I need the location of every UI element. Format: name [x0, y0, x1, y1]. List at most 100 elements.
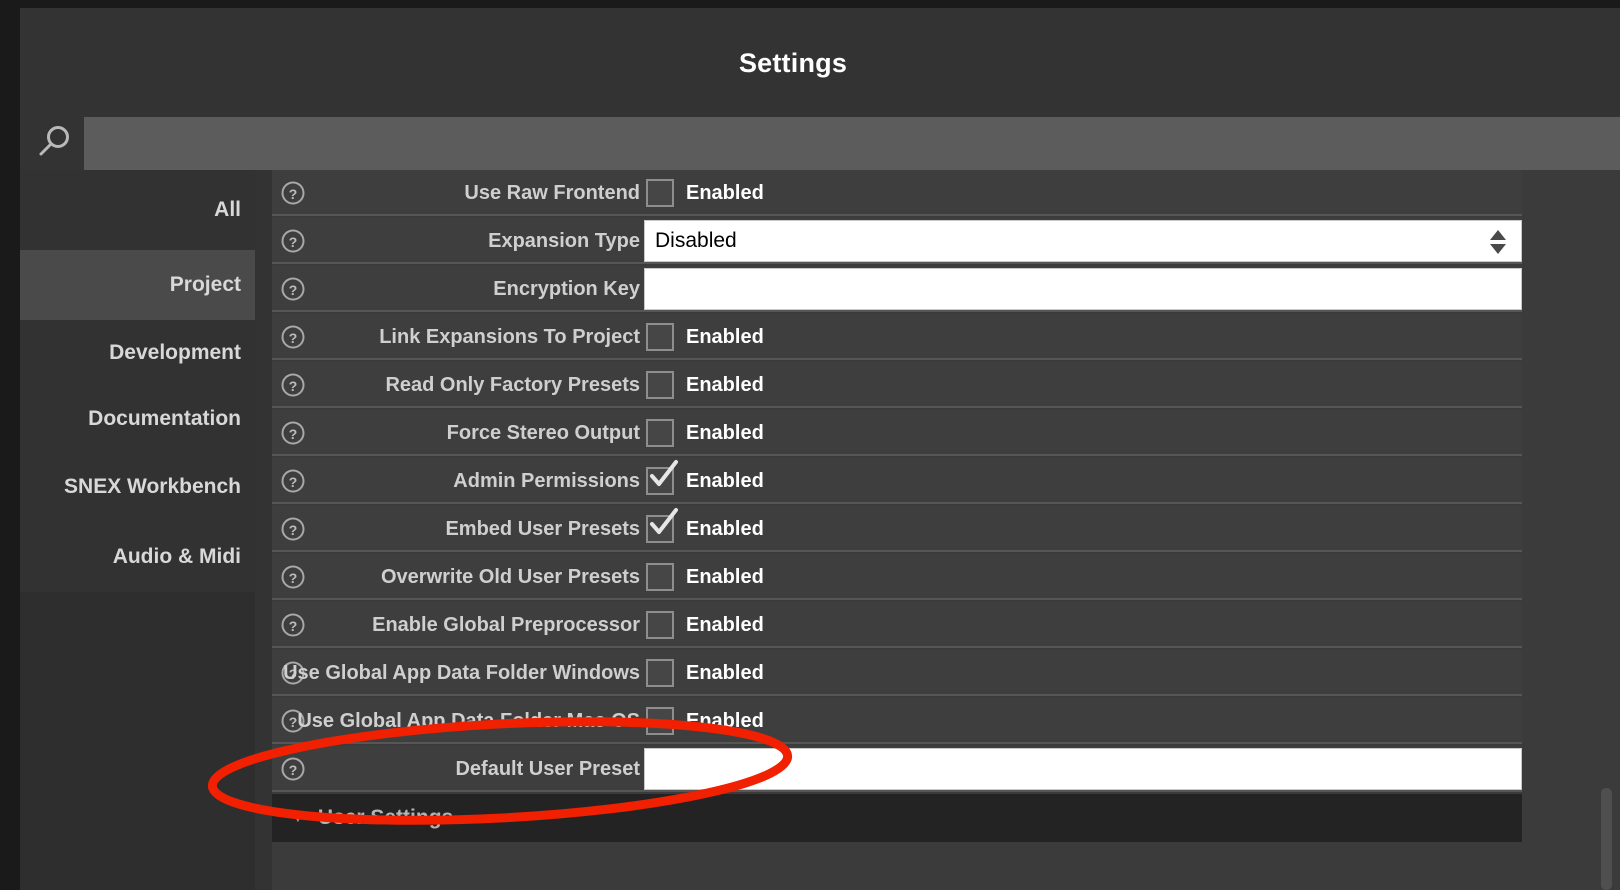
sidebar-item-label: Project	[169, 273, 241, 296]
setting-checkbox[interactable]	[646, 707, 674, 735]
setting-checkbox[interactable]	[646, 179, 674, 207]
sidebar-item-label: All	[214, 198, 241, 221]
setting-label: Use Global App Data Folder Windows	[283, 661, 640, 684]
setting-row: ? Use Global App Data Folder Mac OS Enable…	[272, 698, 1522, 744]
setting-row: ? Enable Global Preprocessor Enabled	[272, 602, 1522, 648]
search-icon	[26, 113, 84, 170]
vertical-scrollbar-track[interactable]	[1601, 170, 1616, 890]
page-title: Settings	[738, 48, 848, 78]
sidebar-item-label: Documentation	[88, 406, 241, 430]
setting-label: Admin Permissions	[453, 469, 640, 492]
setting-checkbox[interactable]	[646, 371, 674, 399]
sidebar-item-project[interactable]: Project	[20, 250, 255, 320]
setting-row: ? Force Stereo Output Enabled	[272, 410, 1522, 456]
question-mark-circle-icon[interactable]: ?	[280, 180, 306, 206]
question-mark-circle-icon[interactable]: ?	[280, 516, 306, 542]
sidebar-item-all[interactable]: All	[20, 170, 255, 250]
sidebar-item-label: Audio & Midi	[112, 545, 241, 568]
setting-row: ? Default User Preset	[272, 746, 1522, 792]
vertical-scrollbar-thumb[interactable]	[1601, 788, 1612, 890]
setting-text-field[interactable]	[644, 268, 1522, 310]
setting-enabled-label: Enabled	[686, 565, 764, 588]
setting-field-value: Disabled	[655, 229, 737, 252]
setting-enabled-label: Enabled	[686, 517, 764, 540]
group-header-user-settings[interactable]: ▼ User Settings	[272, 794, 1522, 842]
setting-checkbox[interactable]	[646, 563, 674, 591]
setting-label: Expansion Type	[488, 229, 640, 252]
search-input[interactable]	[84, 117, 1620, 170]
setting-row: ? Read Only Factory Presets Enabled	[272, 362, 1522, 408]
setting-label: Encryption Key	[493, 277, 640, 300]
setting-row: ? Use Global App Data Folder Windows Enabl…	[272, 650, 1522, 696]
sidebar-item-label: SNEX Workbench	[64, 475, 241, 498]
svg-text:?: ?	[289, 186, 298, 202]
settings-body: All Project Development Documentation SNEX W…	[20, 170, 1620, 890]
question-mark-circle-icon[interactable]: ?	[280, 276, 306, 302]
setting-label: Use Raw Frontend	[464, 181, 640, 204]
svg-text:?: ?	[289, 618, 298, 634]
setting-enabled-label: Enabled	[686, 661, 764, 684]
setting-label: Read Only Factory Presets	[385, 373, 640, 396]
sidebar: All Project Development Documentation SNEX W…	[20, 170, 255, 890]
svg-text:?: ?	[289, 570, 298, 586]
setting-row: ? Use Raw Frontend Enabled	[272, 170, 1522, 216]
setting-label: Link Expansions To Project	[379, 325, 640, 348]
settings-window-root: Settings All Project Development Documentat…	[0, 0, 1620, 890]
setting-enabled-label: Enabled	[686, 421, 764, 444]
search-bar	[20, 113, 1620, 170]
setting-row: ? Admin Permissions Enabled	[272, 458, 1522, 504]
svg-text:?: ?	[289, 234, 298, 250]
question-mark-circle-icon[interactable]: ?	[280, 612, 306, 638]
svg-text:?: ?	[289, 426, 298, 442]
setting-row: ? Embed User Presets Enabled	[272, 506, 1522, 552]
group-header-label: User Settings	[317, 806, 454, 829]
setting-checkbox[interactable]	[646, 508, 678, 543]
setting-enabled-label: Enabled	[686, 613, 764, 636]
setting-checkbox[interactable]	[646, 659, 674, 687]
setting-text-field[interactable]	[644, 748, 1522, 790]
sidebar-item-documentation[interactable]: Documentation	[20, 385, 255, 452]
svg-text:?: ?	[289, 522, 298, 538]
setting-enabled-label: Enabled	[686, 325, 764, 348]
svg-text:?: ?	[289, 762, 298, 778]
sidebar-item-development[interactable]: Development	[20, 320, 255, 385]
setting-enabled-label: Enabled	[686, 373, 764, 396]
question-mark-circle-icon[interactable]: ?	[280, 420, 306, 446]
setting-enabled-label: Enabled	[686, 709, 764, 732]
triangle-down-icon[interactable]: ▼	[290, 809, 306, 827]
setting-combobox[interactable]: Disabled	[644, 220, 1522, 262]
question-mark-circle-icon[interactable]: ?	[280, 756, 306, 782]
setting-checkbox[interactable]	[646, 460, 678, 495]
setting-row: ? Link Expansions To Project Enabled	[272, 314, 1522, 360]
question-mark-circle-icon[interactable]: ?	[280, 324, 306, 350]
setting-label: Use Global App Data Folder Mac OS	[297, 709, 640, 732]
setting-label: Force Stereo Output	[446, 421, 640, 444]
question-mark-circle-icon[interactable]: ?	[280, 564, 306, 590]
setting-checkbox[interactable]	[646, 323, 674, 351]
svg-text:?: ?	[289, 330, 298, 346]
settings-panel: ? Use Raw Frontend Enabled? Expansion Type D…	[272, 170, 1620, 890]
setting-row: ? Expansion Type Disabled	[272, 218, 1522, 264]
svg-text:?: ?	[289, 282, 298, 298]
setting-checkbox[interactable]	[646, 419, 674, 447]
sidebar-item-label: Development	[109, 340, 241, 364]
title-bar: Settings	[20, 8, 1620, 113]
sidebar-item-audio-midi[interactable]: Audio & Midi	[20, 522, 255, 592]
setting-label: Overwrite Old User Presets	[380, 565, 640, 588]
setting-row: ? Overwrite Old User Presets Enabled	[272, 554, 1522, 600]
setting-enabled-label: Enabled	[686, 181, 764, 204]
setting-label: Embed User Presets	[445, 517, 640, 540]
combobox-updown-arrows-icon[interactable]	[1487, 229, 1509, 261]
svg-text:?: ?	[289, 378, 298, 394]
svg-text:?: ?	[289, 714, 298, 730]
setting-checkbox[interactable]	[646, 611, 674, 639]
setting-label: Default User Preset	[455, 757, 640, 780]
question-mark-circle-icon[interactable]: ?	[280, 228, 306, 254]
settings-window: Settings All Project Development Documentat…	[20, 8, 1620, 890]
sidebar-item-snex-workbench[interactable]: SNEX Workbench	[20, 452, 255, 522]
question-mark-circle-icon[interactable]: ?	[280, 468, 306, 494]
question-mark-circle-icon[interactable]: ?	[280, 372, 306, 398]
setting-label: Enable Global Preprocessor	[372, 613, 640, 636]
svg-text:?: ?	[289, 474, 298, 490]
setting-enabled-label: Enabled	[686, 469, 764, 492]
